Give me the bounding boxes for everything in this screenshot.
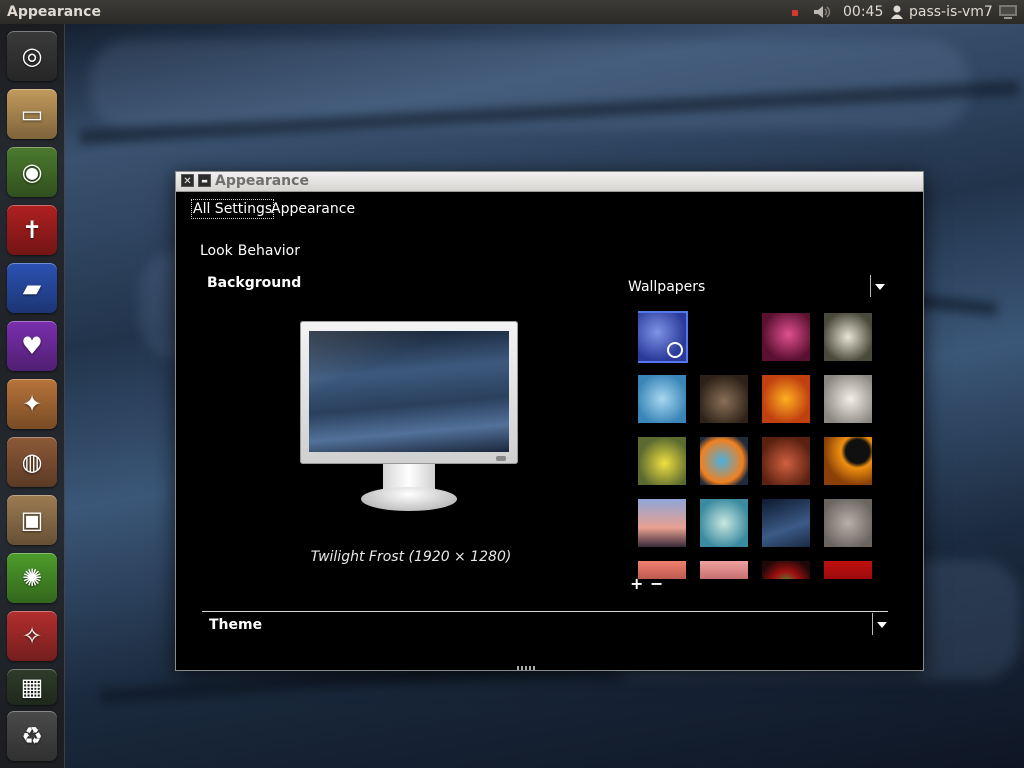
wallpaper-twilight-frost[interactable]	[638, 313, 686, 361]
monitor-frame	[300, 321, 518, 464]
wallpaper-teal-macro[interactable]	[700, 499, 748, 547]
monitor-base	[361, 487, 457, 511]
tab-behavior[interactable]: Behavior	[238, 243, 300, 259]
wallpaper-red-bug[interactable]	[762, 437, 810, 485]
bible-reader-icon[interactable]: ✝	[7, 205, 57, 255]
puzzle-game-icon[interactable]: ✦	[7, 379, 57, 429]
wallpaper-brown-sand[interactable]	[700, 375, 748, 423]
wallpaper-blank[interactable]	[700, 313, 748, 361]
chromium-browser-glyph: ◉	[21, 158, 43, 186]
wallpaper-white-clock[interactable]	[824, 375, 872, 423]
bible-study-glyph: ▰	[22, 274, 42, 302]
launcher: ◎ ▭ ◉ ✝ ▰ ♥ ✦ ◍ ▣ ✺ ✧ ▦ ♻	[0, 24, 65, 768]
resize-grip-icon[interactable]	[517, 666, 535, 670]
wallpaper-grid	[638, 311, 878, 579]
panel-username[interactable]: pass-is-vm7	[909, 0, 993, 24]
workspace-switcher-icon[interactable]: ▦	[7, 669, 57, 705]
window-titlebar[interactable]: ✕ ▬ Appearance	[176, 172, 923, 192]
background-caption: Twilight Frost (1920 × 1280)	[310, 549, 512, 565]
wallpaper-blue-ice[interactable]	[762, 499, 810, 547]
home-folder-icon[interactable]: ▭	[7, 89, 57, 139]
panel-clock[interactable]: 00:45	[843, 0, 883, 24]
chevron-down-icon[interactable]	[872, 613, 889, 635]
add-wallpaper-button[interactable]: +	[630, 576, 643, 592]
wallpaper-blue-bubbles[interactable]	[638, 375, 686, 423]
top-panel: Appearance 00:45 pass-is-vm7	[0, 0, 1024, 24]
trash-icon[interactable]: ♻	[7, 711, 57, 761]
magic-wand-icon[interactable]: ✧	[7, 611, 57, 661]
section-divider	[202, 611, 888, 612]
wallpaper-sunset-sky[interactable]	[638, 499, 686, 547]
wallpapers-dropdown-label[interactable]: Wallpapers	[628, 279, 705, 295]
wallpaper-white-blossom[interactable]	[824, 313, 872, 361]
breadcrumb-all-settings[interactable]: All Settings	[191, 199, 275, 219]
package-installer-glyph: ▣	[20, 506, 44, 534]
speaker-audio-glyph: ◍	[21, 448, 43, 476]
bible-study-icon[interactable]: ▰	[7, 263, 57, 313]
wallpaper-grey-bokeh[interactable]	[824, 499, 872, 547]
tab-look[interactable]: Look	[200, 243, 233, 259]
tab-bar: Look Behavior	[200, 243, 305, 259]
christian-app-glyph: ♥	[21, 332, 43, 360]
wallpaper-orange-ring[interactable]	[824, 437, 872, 485]
theme-section-title[interactable]: Theme	[209, 617, 262, 633]
notification-dot-icon[interactable]	[792, 10, 798, 16]
monitor-power-led	[496, 456, 506, 461]
home-folder-glyph: ▭	[20, 100, 44, 128]
puzzle-game-glyph: ✦	[21, 390, 43, 418]
wallpaper-red-dragonfly[interactable]	[762, 561, 810, 579]
breadcrumb-appearance[interactable]: Appearance	[271, 200, 355, 218]
close-icon[interactable]: ✕	[181, 174, 194, 187]
wallpaper-pink-haze[interactable]	[700, 561, 748, 579]
magic-wand-glyph: ✧	[21, 622, 43, 650]
background-preview-monitor	[300, 321, 518, 513]
ubuntu-dash-icon[interactable]: ◎	[7, 31, 57, 81]
ubuntu-software-center-glyph: ✺	[21, 564, 43, 592]
background-preview-image	[309, 331, 509, 452]
user-icon[interactable]	[890, 0, 904, 24]
ubuntu-software-center-icon[interactable]: ✺	[7, 553, 57, 603]
christian-app-icon[interactable]: ♥	[7, 321, 57, 371]
ubuntu-dash-glyph: ◎	[21, 42, 43, 70]
wallpaper-orange-flower[interactable]	[762, 375, 810, 423]
window-title: Appearance	[215, 173, 309, 189]
wallpaper-crimson[interactable]	[824, 561, 872, 579]
remove-wallpaper-button[interactable]: −	[650, 576, 663, 592]
chromium-browser-icon[interactable]: ◉	[7, 147, 57, 197]
workspace-switcher-glyph: ▦	[20, 673, 44, 701]
minimize-icon[interactable]: ▬	[198, 174, 211, 187]
session-gear-icon[interactable]	[998, 0, 1018, 24]
trash-glyph: ♻	[21, 722, 43, 750]
clock-overlay-icon	[667, 342, 683, 358]
wallpaper-pink-flower[interactable]	[762, 313, 810, 361]
package-installer-icon[interactable]: ▣	[7, 495, 57, 545]
background-section-title: Background	[207, 275, 302, 291]
panel-app-title[interactable]: Appearance	[7, 0, 101, 24]
speaker-audio-icon[interactable]: ◍	[7, 437, 57, 487]
bible-reader-glyph: ✝	[21, 216, 43, 244]
volume-icon[interactable]	[812, 0, 832, 24]
appearance-window: ✕ ▬ Appearance All Settings Appearance L…	[175, 171, 924, 671]
wallpaper-yellow-bloom[interactable]	[638, 437, 686, 485]
wallpaper-cartoon-creature[interactable]	[700, 437, 748, 485]
chevron-down-icon[interactable]	[870, 275, 887, 297]
